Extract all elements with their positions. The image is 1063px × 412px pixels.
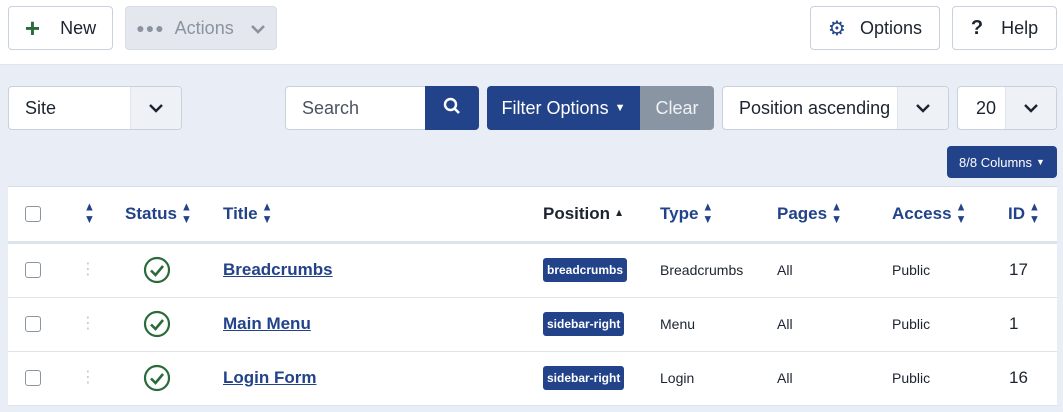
position-badge: breadcrumbs [543, 258, 628, 282]
title-header-label: Title [223, 204, 258, 223]
filter-options-label: Filter Options [501, 97, 609, 118]
search-input[interactable] [285, 86, 426, 130]
sort-ascending-icon: ▲ [614, 207, 624, 220]
access-cell: Public [892, 262, 931, 278]
access-header-label: Access [892, 204, 952, 223]
row-checkbox-cell [25, 243, 41, 297]
published-check-icon[interactable] [143, 243, 171, 297]
row-checkbox[interactable] [25, 370, 41, 386]
search-icon [443, 97, 461, 120]
search-button[interactable] [425, 86, 479, 130]
ellipsis-icon: ●●● [136, 20, 165, 36]
modules-table: ▲ ▼ Status ▲ ▼ Title ▲ ▼ Position ▲ Type ▲ ▼… [8, 186, 1057, 406]
site-select-value: Site [25, 97, 57, 118]
clear-button[interactable]: Clear [640, 86, 714, 130]
select-all-checkbox-cell [25, 187, 41, 241]
chevron-down-icon [897, 87, 948, 129]
drag-handle-icon[interactable]: ⋮ [80, 297, 96, 351]
drag-handle-icon[interactable]: ⋮ [80, 243, 96, 297]
actions-button[interactable]: ●●● Actions [125, 6, 277, 50]
sort-icon: ▲ ▼ [180, 200, 192, 227]
pages-header-label: Pages [777, 204, 828, 223]
drag-handle-icon[interactable]: ⋮ [80, 351, 96, 405]
sort-icon: ▲ ▼ [955, 200, 967, 227]
type-cell: Breadcrumbs [660, 262, 744, 278]
status-header-label: Status [125, 204, 177, 223]
pages-cell: All [777, 262, 793, 278]
help-button-label: Help [1001, 17, 1039, 38]
site-select[interactable]: Site [8, 86, 182, 130]
row-checkbox-cell [25, 351, 41, 405]
ordering-select-value: Position ascending [739, 97, 891, 118]
type-cell: Login [660, 370, 695, 386]
limit-select-value: 20 [976, 97, 997, 118]
sort-icon: ▲ ▼ [84, 200, 95, 227]
plus-icon: + [24, 13, 41, 43]
table-header: ▲ ▼ Status ▲ ▼ Title ▲ ▼ Position ▲ Type ▲ ▼… [8, 187, 1057, 244]
sort-icon: ▲ ▼ [1029, 200, 1040, 227]
access-cell: Public [892, 316, 931, 332]
position-header[interactable]: Position ▲ [543, 187, 624, 241]
table-row: ⋮ Login Form sidebar-right Login All Pub… [8, 351, 1057, 406]
id-cell: 1 [1009, 314, 1019, 333]
type-cell: Menu [660, 316, 696, 332]
published-check-icon[interactable] [143, 351, 171, 405]
type-header-label: Type [660, 204, 699, 223]
clear-button-label: Clear [655, 97, 699, 118]
chevron-down-icon [250, 18, 266, 39]
id-header[interactable]: ID ▲ ▼ [1008, 187, 1040, 241]
access-cell: Public [892, 370, 931, 386]
published-check-icon[interactable] [143, 297, 171, 351]
columns-button-label: 8/8 Columns [959, 154, 1033, 170]
ordering-sort-header[interactable]: ▲ ▼ [80, 187, 95, 241]
module-title-link[interactable]: Login Form [223, 368, 316, 388]
pages-cell: All [777, 370, 793, 386]
caret-down-icon: ▼ [614, 102, 626, 114]
status-header[interactable]: Status ▲ ▼ [125, 187, 192, 241]
columns-button[interactable]: 8/8 Columns ▼ [947, 146, 1057, 178]
access-header[interactable]: Access ▲ ▼ [892, 187, 966, 241]
table-row: ⋮ Breadcrumbs breadcrumbs Breadcrumbs Al… [8, 243, 1057, 298]
new-button-label: New [60, 17, 97, 38]
select-all-checkbox[interactable] [25, 206, 41, 222]
row-checkbox[interactable] [25, 316, 41, 332]
filter-options-button[interactable]: Filter Options ▼ [487, 86, 640, 130]
toolbar: + New ●●● Actions ⚙ Options ? Help [0, 0, 1063, 65]
new-button[interactable]: + New [8, 6, 113, 50]
caret-down-icon: ▼ [1036, 157, 1045, 167]
actions-button-label: Actions [174, 17, 234, 38]
position-badge: sidebar-right [543, 366, 625, 390]
row-checkbox[interactable] [25, 262, 41, 278]
table-row: ⋮ Main Menu sidebar-right Menu All Publi… [8, 297, 1057, 352]
id-cell: 17 [1009, 260, 1028, 279]
row-checkbox-cell [25, 297, 41, 351]
question-icon: ? [970, 16, 984, 39]
options-button[interactable]: ⚙ Options [810, 6, 940, 50]
title-header[interactable]: Title ▲ ▼ [223, 187, 273, 241]
limit-select[interactable]: 20 [957, 86, 1057, 130]
ordering-select[interactable]: Position ascending [722, 86, 949, 130]
pages-header[interactable]: Pages ▲ ▼ [777, 187, 842, 241]
position-header-label: Position [543, 204, 611, 223]
sort-icon: ▲ ▼ [261, 200, 273, 227]
module-title-link[interactable]: Main Menu [223, 314, 311, 334]
id-cell: 16 [1009, 368, 1028, 387]
sort-icon: ▲ ▼ [831, 200, 842, 227]
sort-icon: ▲ ▼ [702, 200, 714, 227]
id-header-label: ID [1008, 204, 1025, 223]
pages-cell: All [777, 316, 793, 332]
help-button[interactable]: ? Help [952, 6, 1057, 50]
chevron-down-icon [130, 87, 181, 129]
gear-icon: ⚙ [828, 17, 846, 40]
module-title-link[interactable]: Breadcrumbs [223, 260, 333, 280]
options-button-label: Options [859, 17, 922, 38]
type-header[interactable]: Type ▲ ▼ [660, 187, 713, 241]
chevron-down-icon [1005, 87, 1056, 129]
position-badge: sidebar-right [543, 312, 625, 336]
